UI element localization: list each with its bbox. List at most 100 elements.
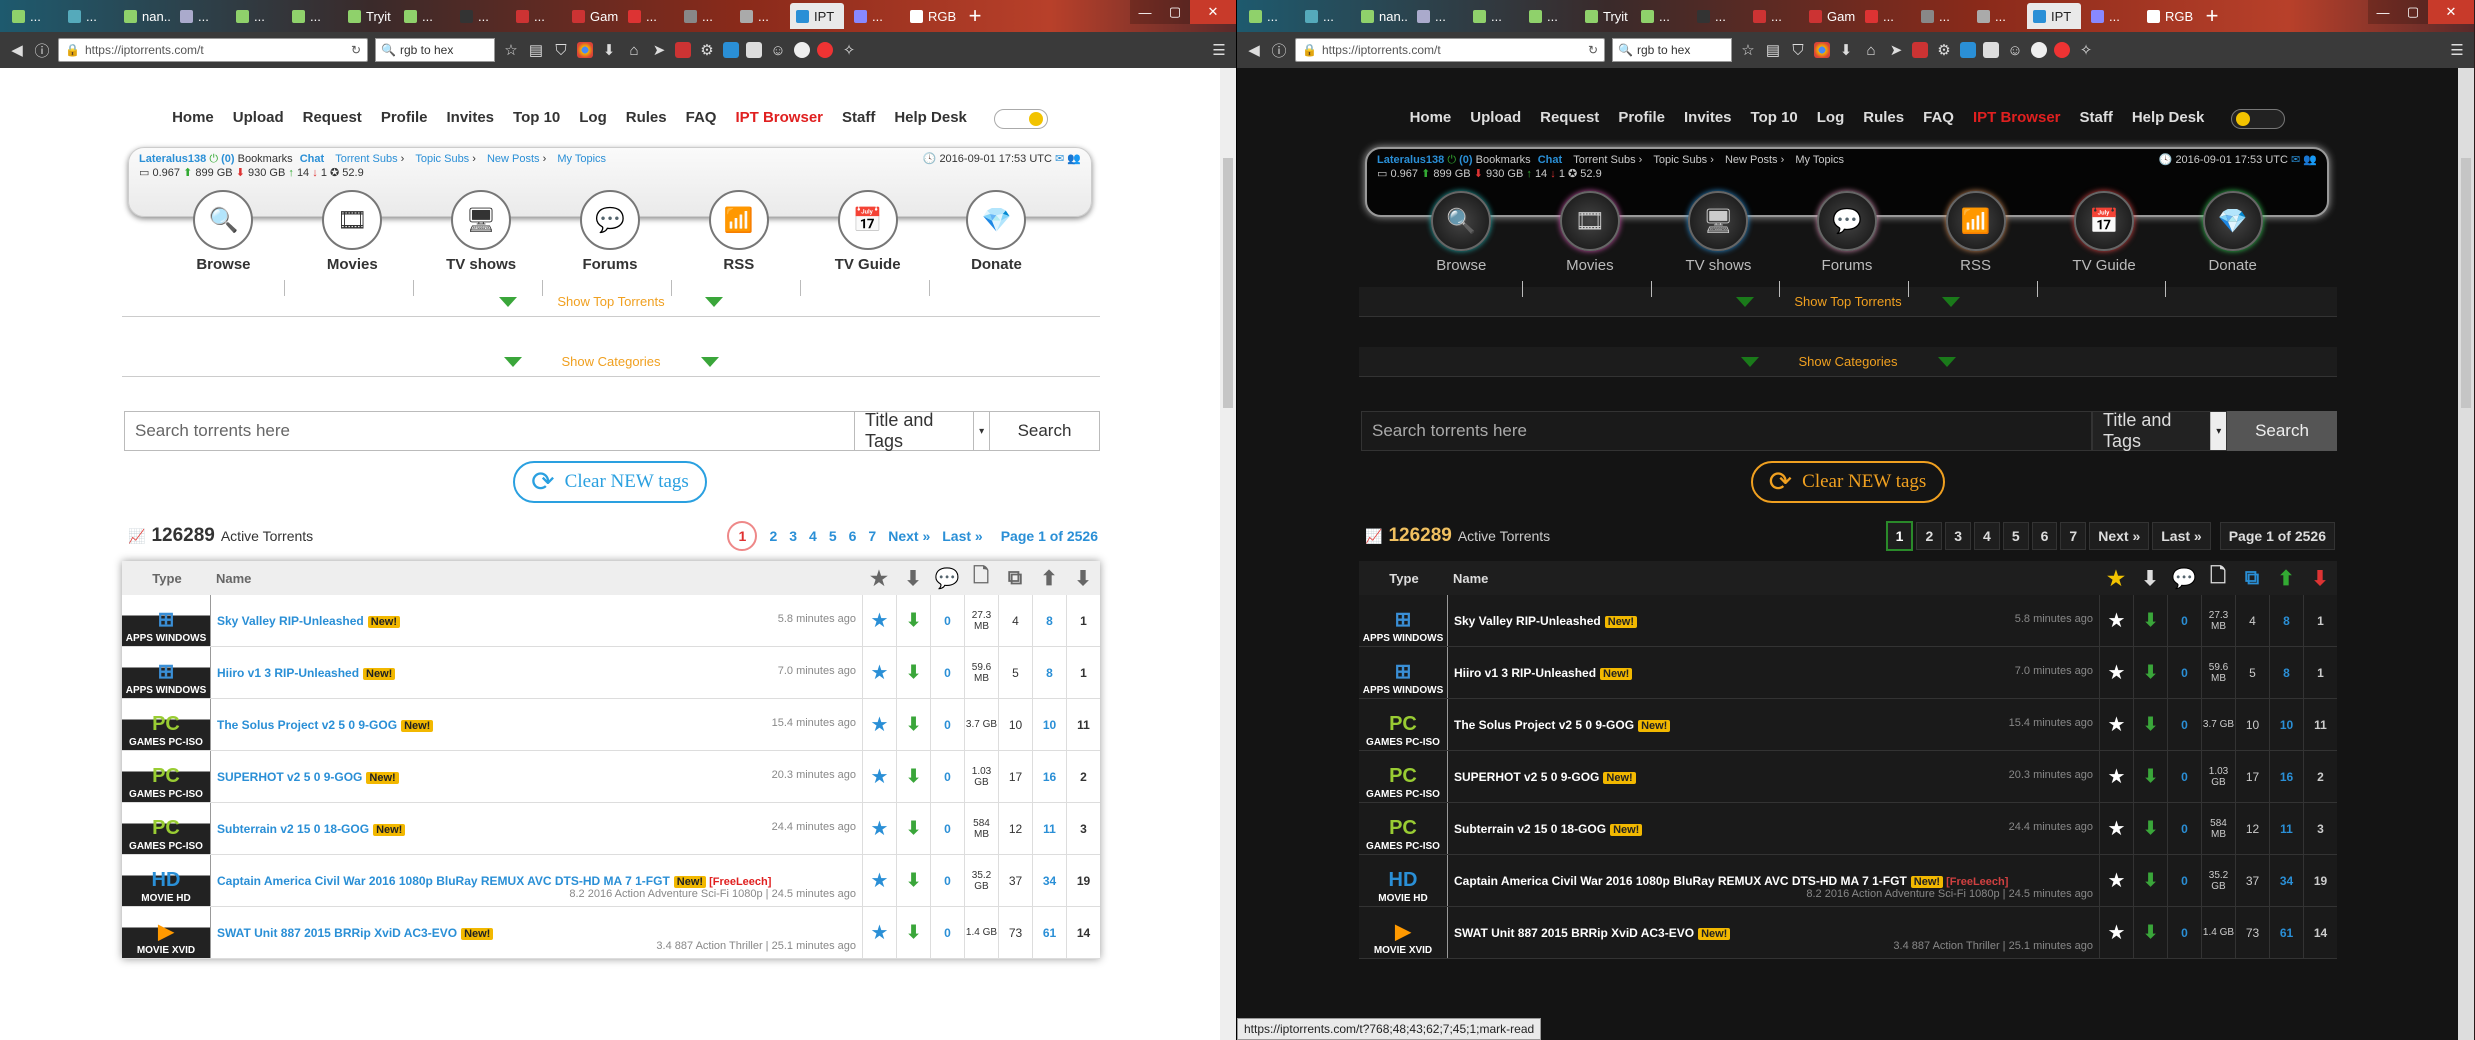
comments-count[interactable]: 0 (930, 595, 964, 646)
browser-tab[interactable]: ... (1523, 3, 1575, 29)
pocket-icon[interactable]: ⛉ (1789, 40, 1807, 60)
menu-item[interactable]: Staff (2080, 109, 2113, 129)
comments-count[interactable]: 0 (2167, 647, 2201, 698)
search-button[interactable]: Search (2227, 411, 2337, 451)
leechers-count[interactable]: 11 (1066, 699, 1100, 750)
comments-count[interactable]: 0 (930, 907, 964, 958)
my-topics-link[interactable]: My Topics (557, 153, 606, 165)
category-browse[interactable]: 🔍 Browse (1411, 191, 1524, 297)
send-icon[interactable]: ➤ (650, 40, 668, 60)
torrent-title-link[interactable]: Hiiro v1 3 RIP-Unleashed (217, 666, 359, 680)
comments-count[interactable]: 0 (2167, 855, 2201, 906)
search-input[interactable]: Search torrents here (124, 411, 855, 451)
torrent-title-link[interactable]: SWAT Unit 887 2015 BRRip XviD AC3-EVO (1454, 926, 1694, 940)
show-categories-toggle[interactable]: Show Categories (1359, 347, 2337, 377)
category-image[interactable]: PC GAMES PC-ISO (1359, 699, 1448, 750)
page-5[interactable]: 5 (2002, 522, 2029, 550)
download-icon[interactable]: ⬇ (2133, 566, 2167, 591)
comments-count[interactable]: 0 (2167, 751, 2201, 802)
next-page-link[interactable]: Next » (2089, 522, 2150, 550)
category-rss[interactable]: 📶 RSS (1926, 191, 2038, 297)
scrollbar-thumb[interactable] (1223, 158, 1233, 408)
browser-tab[interactable]: ... (622, 3, 674, 29)
menu-item[interactable]: Invites (1684, 109, 1732, 129)
page-2[interactable]: 2 (1916, 522, 1943, 550)
leechers-arrow-icon[interactable]: ⬇ (1066, 566, 1100, 591)
reload-icon[interactable]: ↻ (351, 43, 361, 57)
page-5[interactable]: 5 (829, 528, 837, 544)
theme-toggle[interactable] (2231, 109, 2286, 129)
browser-tab[interactable]: RGB... (2141, 3, 2193, 29)
comments-count[interactable]: 0 (2167, 595, 2201, 646)
menu-item[interactable]: Profile (1618, 109, 1665, 129)
extension-3-icon[interactable] (2031, 42, 2047, 58)
browser-tab[interactable]: ... (398, 3, 450, 29)
browser-tab[interactable]: ... (510, 3, 562, 29)
reading-list-icon[interactable]: ▤ (527, 40, 545, 60)
search-box[interactable]: 🔍 rgb to hex (1612, 38, 1732, 62)
torrent-title-link[interactable]: The Solus Project v2 5 0 9-GOG (1454, 718, 1634, 732)
comments-count[interactable]: 0 (2167, 699, 2201, 750)
chat-link[interactable]: Chat (1538, 154, 1562, 166)
torrent-title-link[interactable]: Subterrain v2 15 0 18-GOG (217, 822, 369, 836)
download-icon[interactable]: ⬇ (896, 566, 930, 591)
seeders-count[interactable]: 11 (1032, 803, 1066, 854)
browser-tab[interactable]: ... (174, 3, 226, 29)
bookmark-star-icon[interactable]: ★ (862, 803, 896, 854)
users-icon[interactable]: 👥 (1067, 153, 1081, 165)
extension-2-icon[interactable] (746, 42, 762, 58)
seeders-arrow-icon[interactable]: ⬆ (1032, 566, 1066, 591)
page-7[interactable]: 7 (868, 528, 876, 544)
page-1[interactable]: 1 (1885, 521, 1914, 551)
category-donate[interactable]: 💎 Donate (2183, 191, 2283, 274)
bookmark-star-icon[interactable]: ★ (862, 907, 896, 958)
category-forums[interactable]: 💬 Forums (560, 190, 672, 296)
category-image[interactable]: HD MOVIE HD (1359, 855, 1448, 906)
browser-tab[interactable]: Tryit ... (342, 3, 394, 29)
new-tab-button[interactable]: + (2197, 3, 2227, 29)
category-image[interactable]: ▶ MOVIE XVID (122, 907, 211, 958)
menu-item[interactable]: Log (579, 109, 607, 129)
category-image[interactable]: PC GAMES PC-ISO (122, 699, 211, 750)
seeders-count[interactable]: 34 (2269, 855, 2303, 906)
menu-item[interactable]: Rules (626, 109, 667, 129)
leechers-count[interactable]: 2 (1066, 751, 1100, 802)
seeders-count[interactable]: 8 (2269, 595, 2303, 646)
my-topics-link[interactable]: My Topics (1795, 154, 1844, 166)
extension-4-icon[interactable] (2054, 42, 2070, 58)
category-rss[interactable]: 📶 RSS (689, 190, 801, 296)
browser-tab[interactable]: ... (230, 3, 282, 29)
browser-tab[interactable]: IPT (790, 3, 844, 29)
adblock-icon[interactable] (675, 42, 691, 58)
comments-count[interactable]: 0 (930, 647, 964, 698)
comments-count[interactable]: 0 (2167, 907, 2201, 958)
bookmark-star-icon[interactable]: ★ (2099, 907, 2133, 958)
smiley-icon[interactable]: ☺ (769, 40, 787, 60)
search-mode-select[interactable]: Title and Tags ▾ (855, 410, 990, 451)
mail-icon[interactable]: ✉ (2291, 154, 2300, 166)
ublock-icon[interactable] (723, 42, 739, 58)
menu-item[interactable]: IPT Browser (1973, 109, 2061, 129)
maximize-icon[interactable]: ▢ (1160, 0, 1190, 24)
torrent-title-link[interactable]: Hiiro v1 3 RIP-Unleashed (1454, 666, 1596, 680)
address-bar[interactable]: 🔒 https://iptorrents.com/t ↻ (1295, 38, 1605, 62)
bookmark-star-icon[interactable]: ★ (2099, 803, 2133, 854)
search-button[interactable]: Search (990, 411, 1100, 451)
close-icon[interactable]: ✕ (2428, 0, 2474, 24)
show-top-torrents-toggle[interactable]: Show Top Torrents (122, 287, 1100, 317)
back-icon[interactable]: ◀ (1245, 40, 1263, 60)
reload-icon[interactable]: ↻ (1588, 43, 1598, 57)
page-6[interactable]: 6 (849, 528, 857, 544)
extension-5-icon[interactable]: ✧ (2077, 40, 2095, 60)
menu-item[interactable]: Log (1817, 109, 1845, 129)
search-box[interactable]: 🔍 rgb to hex (375, 38, 495, 62)
bookmark-star-icon[interactable]: ★ (2099, 855, 2133, 906)
browser-tab[interactable]: IPT (2027, 3, 2081, 29)
pocket-icon[interactable]: ⛉ (552, 40, 570, 60)
leechers-count[interactable]: 14 (1066, 907, 1100, 958)
files-icon[interactable]: ⧉ (998, 567, 1032, 590)
browser-tab[interactable]: ... (1747, 3, 1799, 29)
menu-item[interactable]: Request (1540, 109, 1599, 129)
browser-tab[interactable]: ... (286, 3, 338, 29)
category-tv-shows[interactable]: 🖥 TV shows (431, 190, 544, 296)
